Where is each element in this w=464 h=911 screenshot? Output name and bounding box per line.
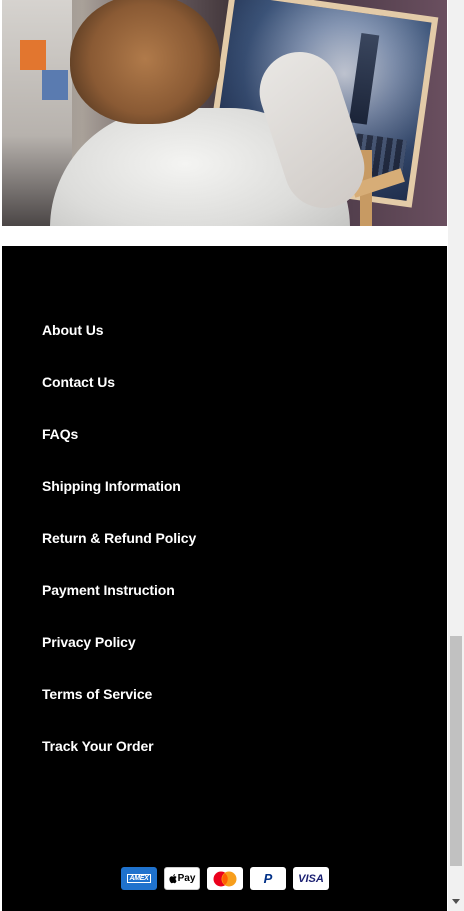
footer-link-item: Track Your Order <box>42 734 196 786</box>
footer-link-item: Privacy Policy <box>42 630 196 682</box>
painted-tower <box>348 32 380 125</box>
faqs-link[interactable]: FAQs <box>42 422 78 446</box>
vertical-scrollbar[interactable] <box>448 0 464 911</box>
payment-icons: AMEX Pay P VISA <box>121 867 329 890</box>
scrollbar-thumb[interactable] <box>450 636 462 866</box>
privacy-policy-link[interactable]: Privacy Policy <box>42 630 136 654</box>
footer-link-item: About Us <box>42 318 196 370</box>
spacer <box>2 226 447 246</box>
amex-icon: AMEX <box>121 867 157 890</box>
paint-box <box>42 70 68 100</box>
terms-of-service-link[interactable]: Terms of Service <box>42 682 152 706</box>
payment-instruction-link[interactable]: Payment Instruction <box>42 578 175 602</box>
track-your-order-link[interactable]: Track Your Order <box>42 734 154 758</box>
mastercard-icon <box>207 867 243 890</box>
footer-link-item: Terms of Service <box>42 682 196 734</box>
visa-icon: VISA <box>293 867 329 890</box>
about-us-link[interactable]: About Us <box>42 318 104 342</box>
scroll-down-arrow-icon[interactable] <box>452 899 460 904</box>
footer-link-item: Contact Us <box>42 370 196 422</box>
contact-us-link[interactable]: Contact Us <box>42 370 115 394</box>
apple-pay-icon: Pay <box>164 867 200 890</box>
mastercard-circles-icon <box>213 871 237 886</box>
hero-image <box>2 0 447 226</box>
footer: About Us Contact Us FAQs Shipping Inform… <box>2 246 447 911</box>
apple-logo-icon <box>169 874 177 884</box>
footer-link-item: Shipping Information <box>42 474 196 526</box>
paypal-icon: P <box>250 867 286 890</box>
footer-link-item: Return & Refund Policy <box>42 526 196 578</box>
shipping-information-link[interactable]: Shipping Information <box>42 474 181 498</box>
artist-hair <box>70 0 220 124</box>
return-refund-policy-link[interactable]: Return & Refund Policy <box>42 526 196 550</box>
footer-link-item: FAQs <box>42 422 196 474</box>
footer-links: About Us Contact Us FAQs Shipping Inform… <box>42 318 196 786</box>
page: About Us Contact Us FAQs Shipping Inform… <box>0 0 448 911</box>
footer-link-item: Payment Instruction <box>42 578 196 630</box>
paint-box <box>20 40 46 70</box>
